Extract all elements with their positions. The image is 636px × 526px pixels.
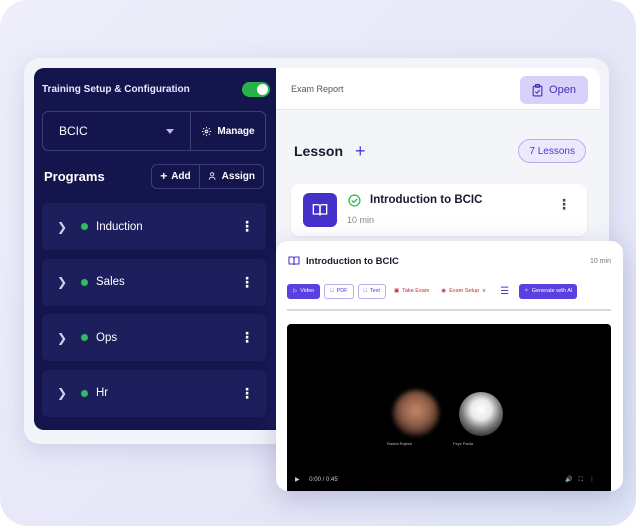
pdf-tab-button[interactable]: □ PDF <box>324 283 354 299</box>
user-assign-icon <box>208 172 216 180</box>
take-exam-button[interactable]: ▣ Take Exam <box>390 284 433 299</box>
chevron-down-icon: ∨ <box>482 288 487 294</box>
status-dot <box>81 334 88 341</box>
magic-wand-icon: ✧ <box>524 288 529 294</box>
popup-toolbar: ▷ Video □ PDF □ Text ▣ Take Exam ◉ Exam … <box>287 283 617 299</box>
lesson-preview-popup: Introduction to BCIC 10 min ▷ Video □ PD… <box>276 241 623 491</box>
video-controls-right[interactable]: 🔊⛶⋮ <box>565 476 601 484</box>
add-lesson-icon[interactable]: + <box>355 141 366 162</box>
kebab-menu-icon[interactable]: ⋮ <box>240 329 254 346</box>
take-exam-label: Take Exam <box>402 288 430 294</box>
chevron-right-icon[interactable]: ❯ <box>57 275 71 289</box>
add-program-button[interactable]: + Add <box>152 165 198 188</box>
sidebar-header: Training Setup & Configuration <box>42 78 270 100</box>
open-label: Open <box>549 84 576 96</box>
clipboard-icon <box>532 83 543 96</box>
lesson-header: Lesson + 7 Lessons <box>294 138 586 164</box>
video-time-label: 0:00 / 0:45 <box>309 477 338 483</box>
video-player[interactable]: Rasha Rajesh Feyz Paula ▶ 0:00 / 0:45 🔊⛶… <box>287 324 611 491</box>
generate-ai-label: Generate with AI <box>531 288 573 294</box>
org-select[interactable]: BCIC <box>43 112 191 150</box>
kebab-menu-icon[interactable]: ⋮ <box>240 385 254 402</box>
status-dot <box>81 389 88 397</box>
kebab-menu-icon[interactable]: ⋮ <box>240 218 254 235</box>
kebab-menu-icon[interactable]: ⋮ <box>240 274 254 291</box>
check-circle-icon <box>348 194 361 207</box>
add-label: Add <box>171 170 191 182</box>
popup-divider <box>287 309 611 311</box>
participant-avatar <box>393 390 439 436</box>
chevron-right-icon[interactable]: ❯ <box>57 331 71 345</box>
program-label: Induction <box>96 220 143 233</box>
manage-label: Manage <box>217 125 255 137</box>
video-tab-button[interactable]: ▷ Video <box>287 283 321 299</box>
program-label: Sales <box>96 276 125 288</box>
chevron-right-icon[interactable]: ❯ <box>57 386 71 400</box>
open-button[interactable]: Open <box>520 76 588 104</box>
programs-title: Programs <box>44 168 105 184</box>
assign-button[interactable]: Assign <box>198 164 263 188</box>
manage-button[interactable]: Manage <box>191 112 265 150</box>
lesson-card-duration: 10 min <box>347 215 375 225</box>
training-toggle[interactable] <box>242 81 270 97</box>
lesson-title: Lesson <box>294 143 344 159</box>
org-select-value: BCIC <box>59 124 88 138</box>
text-tab-label: Text <box>369 288 380 294</box>
text-tab-button[interactable]: □ Text <box>357 283 386 299</box>
program-label: Ops <box>96 331 118 344</box>
program-label: Hr <box>96 387 109 399</box>
exam-report-label: Exam Report <box>291 84 344 94</box>
book-icon <box>303 193 337 227</box>
eye-icon: ◉ <box>441 288 447 294</box>
sidebar-title: Training Setup & Configuration <box>42 83 190 95</box>
program-item[interactable]: ❯ Hr ⋮ <box>42 369 266 417</box>
programs-actions: + Add Assign <box>151 163 264 189</box>
popup-header: Introduction to BCIC 10 min <box>288 253 611 269</box>
program-item[interactable]: ❯ Ops ⋮ <box>42 314 266 361</box>
generate-ai-button[interactable]: ✧ Generate with AI <box>519 283 578 299</box>
play-icon[interactable]: ▶ <box>295 477 300 483</box>
popup-duration: 10 min <box>589 257 611 265</box>
lesson-card-title: Introduction to BCIC <box>370 194 483 206</box>
popup-title: Introduction to BCIC <box>306 255 399 267</box>
document-icon: □ <box>330 288 334 294</box>
chevron-right-icon[interactable]: ❯ <box>57 220 71 234</box>
plus-icon: + <box>160 169 168 183</box>
programs-header: Programs + Add Assign <box>44 163 264 189</box>
chevron-down-icon <box>166 128 174 134</box>
text-doc-icon: □ <box>363 288 367 294</box>
status-dot <box>81 278 88 286</box>
participant-name: Feyz Paula <box>453 441 474 446</box>
clipboard-icon: ▣ <box>393 288 400 294</box>
video-time: ▶ 0:00 / 0:45 <box>295 476 338 483</box>
kebab-menu-icon[interactable]: ⋮ <box>557 196 571 213</box>
exam-setup-label: Exam Setup <box>449 288 480 294</box>
sidebar: Training Setup & Configuration BCIC Mana… <box>34 68 276 430</box>
program-item[interactable]: ❯ Sales ⋮ <box>42 258 266 306</box>
gear-icon <box>202 126 212 136</box>
assign-label: Assign <box>221 170 255 182</box>
participant-name: Rasha Rajesh <box>387 441 413 446</box>
main-top-bar: Exam Report Open <box>276 68 600 110</box>
exam-setup-dropdown[interactable]: ◉ Exam Setup ∨ <box>437 284 490 299</box>
hamburger-menu-icon[interactable]: ☰ <box>500 286 509 297</box>
participant-avatar <box>459 392 503 436</box>
video-tab-label: Video <box>300 288 315 294</box>
program-item[interactable]: ❯ Induction ⋮ <box>42 203 266 250</box>
lessons-count-badge[interactable]: 7 Lessons <box>518 139 586 163</box>
pdf-tab-label: PDF <box>336 288 348 294</box>
lesson-card[interactable]: Introduction to BCIC 10 min ⋮ <box>291 184 587 236</box>
program-list: ❯ Induction ⋮ ❯ Sales ⋮ ❯ Ops ⋮ ❯ Hr ⋮ <box>42 203 266 425</box>
status-dot <box>81 223 88 230</box>
org-box: BCIC Manage <box>42 111 266 151</box>
play-icon: ▷ <box>293 288 298 294</box>
book-icon <box>288 256 300 266</box>
